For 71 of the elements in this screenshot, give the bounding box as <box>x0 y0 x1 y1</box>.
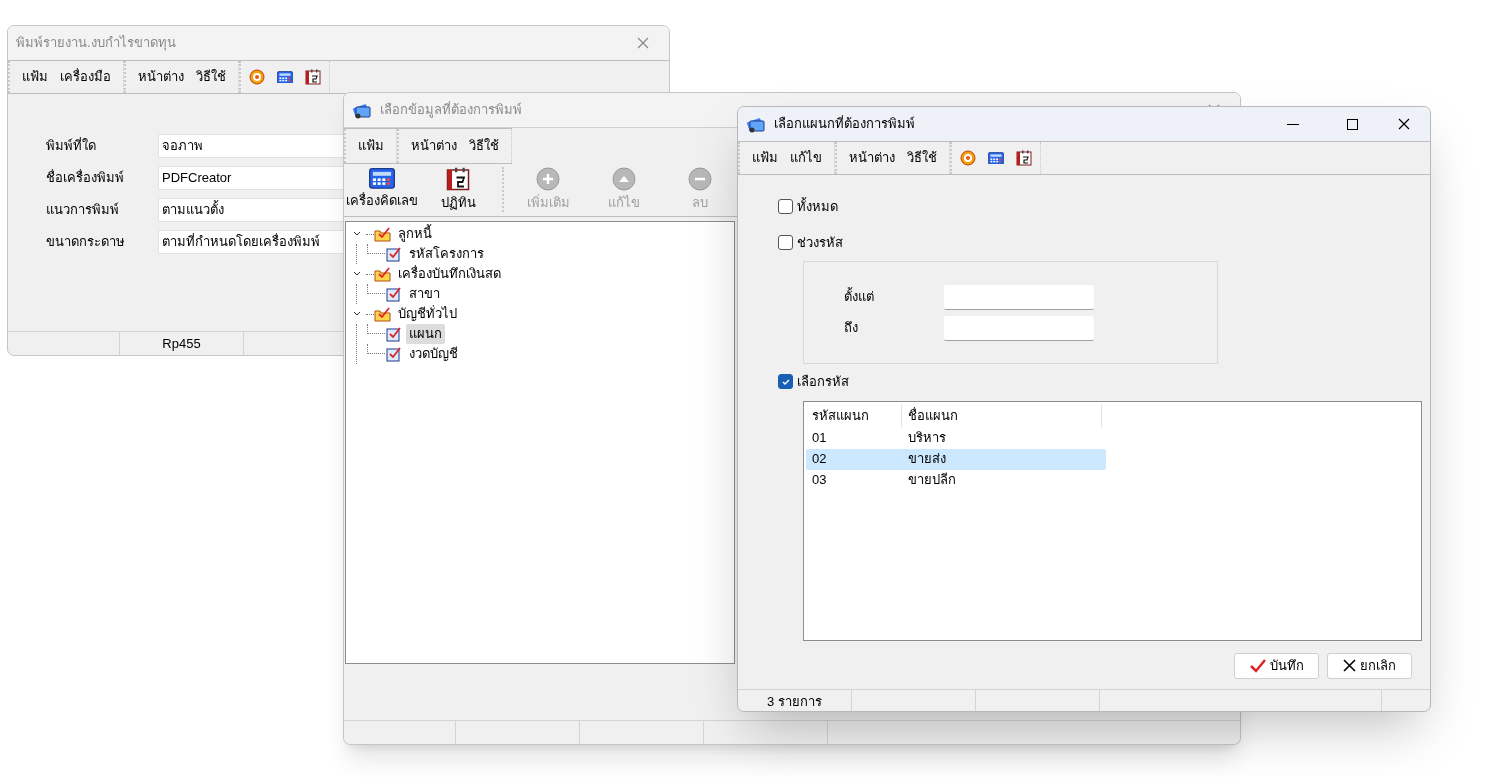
checkbox[interactable] <box>778 199 793 215</box>
field-label: พิมพ์ที่ใด <box>46 136 97 156</box>
table-cell-text: 03 <box>811 471 828 490</box>
checked-document-icon <box>385 246 403 262</box>
field-label: ถึง <box>844 319 859 338</box>
menu-item[interactable]: แก้ไข <box>790 148 822 168</box>
calendar-icon[interactable] <box>1016 150 1032 166</box>
checkmark-icon <box>1249 658 1266 673</box>
table-cell-text: ขายส่ง <box>907 450 947 469</box>
table-row[interactable]: 03 ขายปลีก <box>806 469 1106 491</box>
plus-circle-icon <box>536 166 560 191</box>
status-text: 3 รายการ <box>767 692 822 711</box>
target-icon[interactable] <box>249 69 265 85</box>
menu-item[interactable]: แฟ้ม <box>752 148 778 168</box>
checked-folder-icon <box>374 266 392 282</box>
up-circle-icon <box>612 166 636 191</box>
checked-document-icon <box>385 286 403 302</box>
column-header[interactable]: ชื่อแผนก <box>902 403 1102 428</box>
checkbox-label: เลือกรหัส <box>797 373 849 391</box>
tree-item[interactable]: แผนก <box>406 324 445 344</box>
field-label: ตั้งแต่ <box>844 287 875 307</box>
window-app-icon <box>352 101 372 119</box>
input-field[interactable] <box>944 284 1094 310</box>
calculator-icon[interactable] <box>277 70 293 84</box>
dialog-button[interactable]: ยกเลิก <box>1327 652 1412 679</box>
calendar-icon[interactable] <box>446 166 470 191</box>
menu-item[interactable]: แฟ้ม <box>22 67 48 87</box>
maximize-icon[interactable] <box>1347 118 1358 130</box>
dialog-button[interactable]: บันทึก <box>1234 652 1319 679</box>
checkbox[interactable] <box>778 374 793 390</box>
tree-item[interactable]: เครื่องบันทึกเงินสด <box>395 264 504 284</box>
checked-document-icon <box>385 326 403 342</box>
table-cell-text: 02 <box>811 450 828 469</box>
window-app-icon <box>746 115 766 133</box>
menu-item[interactable]: แฟ้ม <box>358 136 384 156</box>
field-label: ชื่อเครื่องพิมพ์ <box>46 168 125 188</box>
calculator-icon[interactable] <box>369 168 395 190</box>
table-cell-text: บริหาร <box>907 429 947 448</box>
tree-item[interactable]: บัญชีทั่วไป <box>395 304 460 324</box>
checkbox[interactable] <box>778 234 793 250</box>
table-cell-text: ขายปลีก <box>907 471 957 490</box>
table-row[interactable]: 02 ขายส่ง <box>806 448 1106 470</box>
status-text: Rp455 <box>162 334 201 353</box>
field-label: ขนาดกระดาษ <box>46 233 126 252</box>
toolbar-button[interactable]: ปฏิทิน <box>420 163 496 216</box>
input-field[interactable] <box>944 315 1094 341</box>
menu-item[interactable]: หน้าต่าง <box>138 67 184 87</box>
calculator-icon[interactable] <box>988 151 1004 165</box>
table-cell-text: 01 <box>811 429 828 448</box>
checkbox-label: ทั้งหมด <box>797 197 838 216</box>
column-header[interactable]: รหัสแผนก <box>806 403 902 428</box>
checkbox-label: ช่วงรหัส <box>797 233 843 252</box>
menu-item[interactable]: เครื่องมือ <box>60 67 111 87</box>
field-label: แนวการพิมพ์ <box>46 201 120 220</box>
menu-item[interactable]: หน้าต่าง <box>849 148 895 168</box>
tree-item[interactable]: งวดบัญชี <box>406 344 461 364</box>
calendar-icon[interactable] <box>305 69 321 85</box>
menu-item[interactable]: วิธีใช้ <box>196 67 226 87</box>
table-row[interactable]: 01 บริหาร <box>806 427 1106 449</box>
window-title: เลือกแผนกที่ต้องการพิมพ์ <box>774 114 915 134</box>
window-title: เลือกข้อมูลที่ต้องการพิมพ์ <box>380 100 522 120</box>
menu-item[interactable]: วิธีใช้ <box>907 148 937 168</box>
checked-document-icon <box>385 346 403 362</box>
checked-folder-icon <box>374 226 392 242</box>
minus-circle-icon <box>688 166 712 191</box>
menu-item[interactable]: วิธีใช้ <box>469 136 499 156</box>
minimize-icon[interactable] <box>1287 123 1299 125</box>
target-icon[interactable] <box>960 150 976 166</box>
checked-folder-icon <box>374 306 392 322</box>
tree-item[interactable]: สาขา <box>406 284 443 304</box>
window-title: พิมพ์รายงาน.งบกำไรขาดทุน <box>16 34 176 53</box>
